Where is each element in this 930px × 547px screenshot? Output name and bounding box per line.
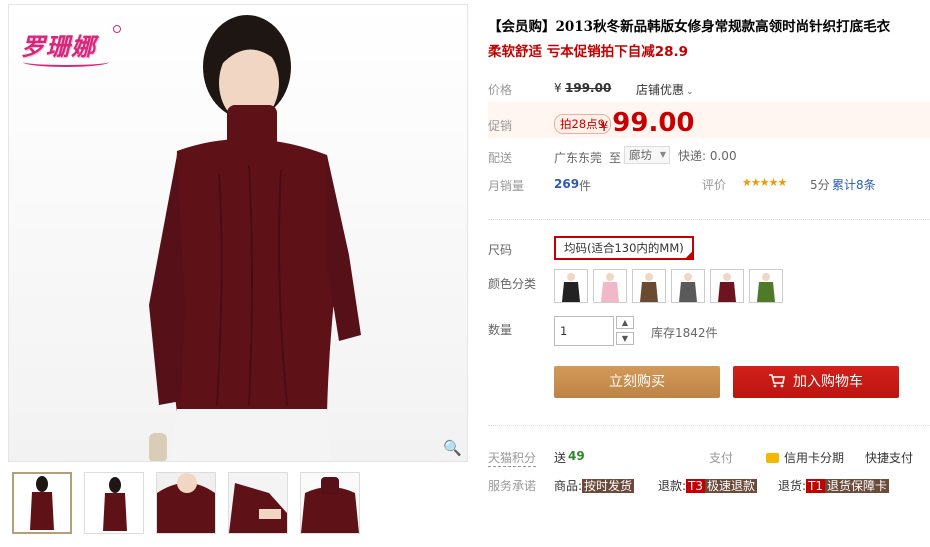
thumbnail-image (85, 473, 143, 533)
color-swatch-grey[interactable] (671, 269, 705, 303)
swatch-image (562, 273, 580, 302)
quantity-input[interactable]: 1 (554, 316, 614, 346)
add-to-cart-label: 加入购物车 (793, 374, 863, 390)
thumbnail-4[interactable] (228, 472, 288, 534)
zoom-icon[interactable]: 🔍 (443, 439, 462, 457)
sales-unit: 件 (579, 179, 592, 193)
price-label: 价格 (488, 83, 513, 97)
add-to-cart-button[interactable]: 加入购物车 (733, 366, 899, 398)
size-option-text: 均码(适合130内的MM) (564, 241, 684, 255)
rating-label: 评价 (702, 178, 727, 192)
service-return-label: 退货: (778, 479, 807, 493)
size-label: 尺码 (488, 243, 513, 257)
destination-select[interactable]: 廊坊 ▼ (624, 146, 670, 164)
color-swatch-brown[interactable] (632, 269, 666, 303)
sales-label: 月销量 (488, 179, 525, 193)
swatch-image (757, 273, 775, 302)
color-label: 颜色分类 (488, 277, 537, 291)
store-promo-dropdown[interactable]: 店铺优惠 ⌄ (636, 81, 694, 98)
thumbnail-2[interactable] (84, 472, 144, 534)
destination-value: 廊坊 (629, 148, 652, 162)
shipping-to-label: 至 (609, 151, 622, 165)
thumbnail-image (14, 474, 70, 532)
thumbnail-3[interactable] (156, 472, 216, 534)
promo-currency: ¥ (600, 120, 609, 135)
service-refund-code: T3 (686, 479, 706, 493)
promo-label: 促销 (488, 119, 513, 133)
selected-check-icon (683, 250, 694, 260)
divider (488, 425, 930, 426)
rating-score: 5分 (810, 178, 830, 192)
thumbnail-strip (12, 472, 360, 534)
service-return-tag[interactable]: 退货保障卡 (825, 479, 890, 493)
tmall-points-label[interactable]: 天猫积分 (488, 449, 537, 467)
swatch-image (679, 273, 697, 302)
quantity-label: 数量 (488, 323, 513, 337)
service-return: 退货: T1 退货保障卡 (778, 477, 890, 494)
cart-icon (769, 366, 785, 398)
shipping-from: 广东东莞 (554, 151, 603, 165)
service-goods-label: 商品: (554, 479, 583, 493)
service-goods: 商品: 按时发货 (554, 477, 635, 494)
stock-count: 库存1842件 (651, 326, 718, 340)
color-swatch-list (554, 269, 783, 303)
service-label: 服务承诺 (488, 479, 537, 493)
store-promo-label: 店铺优惠 (636, 83, 685, 97)
swatch-image (601, 273, 619, 302)
thumbnail-image (229, 473, 287, 533)
color-swatch-green[interactable] (749, 269, 783, 303)
review-count-link[interactable]: 累计8条 (832, 176, 876, 193)
thumbnail-image (301, 473, 359, 533)
promo-price-value: 99.00 (612, 108, 695, 138)
chevron-down-icon: ⌄ (686, 87, 694, 97)
chevron-down-icon: ▼ (659, 150, 666, 159)
rating-stars: ★★★★★ (742, 176, 787, 189)
main-product-image[interactable]: 罗珊娜 🔍 (8, 4, 468, 462)
swatch-image (640, 273, 658, 302)
buy-now-button[interactable]: 立刻购买 (554, 366, 720, 398)
service-return-code: T1 (806, 479, 826, 493)
express-fee: 快递: 0.00 (678, 149, 737, 163)
color-swatch-black[interactable] (554, 269, 588, 303)
swatch-image (718, 273, 736, 302)
product-title: 【会员购】2013秋冬新品韩版女修身常规款高领时尚针织打底毛衣 (488, 19, 891, 35)
quick-pay-link[interactable]: 快捷支付 (865, 449, 913, 466)
divider (488, 219, 930, 220)
thumbnail-1[interactable] (12, 472, 72, 534)
service-goods-tag[interactable]: 按时发货 (582, 479, 635, 493)
credit-card-installment[interactable]: 信用卡分期 (766, 449, 844, 466)
thumbnail-5[interactable] (300, 472, 360, 534)
model-photo (149, 15, 361, 461)
stepper-down-icon[interactable]: ▼ (616, 332, 634, 345)
service-refund: 退款: T3 极速退款 (658, 477, 758, 494)
points-prefix: 送 (554, 451, 567, 465)
sales-count: 269 (554, 177, 580, 191)
shipping-label: 配送 (488, 151, 513, 165)
stepper-up-icon[interactable]: ▲ (616, 316, 634, 329)
service-refund-tag[interactable]: 极速退款 (705, 479, 758, 493)
color-swatch-pink[interactable] (593, 269, 627, 303)
thumbnail-image (157, 473, 215, 533)
color-swatch-wine[interactable] (710, 269, 744, 303)
size-option-selected[interactable]: 均码(适合130内的MM) (554, 236, 694, 260)
payment-label: 支付 (709, 451, 734, 465)
service-refund-label: 退款: (658, 479, 687, 493)
price-currency: ¥ (554, 81, 562, 95)
credit-card-icon (766, 453, 779, 463)
product-subtitle: 柔软舒适 亏本促销拍下自减28.9 (488, 44, 689, 60)
points-value: 49 (568, 449, 585, 463)
promo-price: ¥99.00 (600, 108, 695, 138)
credit-card-label: 信用卡分期 (784, 451, 845, 465)
original-price: 199.00 (565, 81, 612, 95)
